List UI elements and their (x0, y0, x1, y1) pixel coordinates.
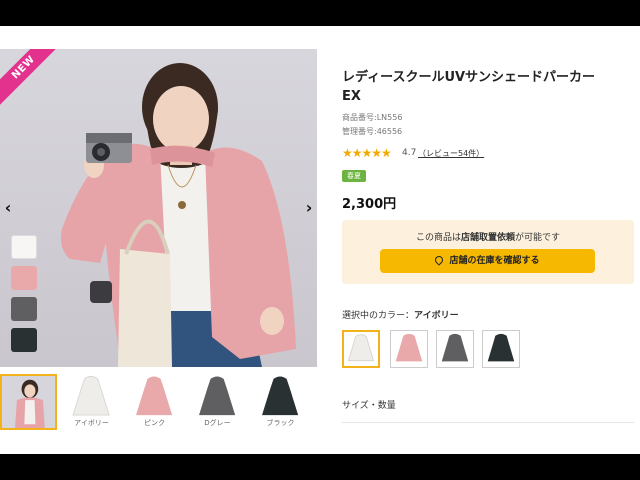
section-divider (342, 422, 634, 423)
color-option-ivory[interactable] (342, 330, 380, 368)
thumbnail-black[interactable]: ブラック (252, 374, 309, 430)
color-swatch-dgray[interactable] (11, 297, 37, 321)
thumbnail-strip: アイボリー ピンク Dグレー ブラック (0, 374, 317, 432)
map-pin-icon (433, 254, 446, 266)
hoodie-pink-icon (395, 333, 423, 362)
rating-stars-icon: ★★★★★ (342, 146, 392, 160)
size-quantity-heading[interactable]: サイズ・数量 (342, 398, 396, 411)
thumbnail-model[interactable] (0, 374, 57, 430)
next-image-arrow[interactable]: › (301, 197, 317, 219)
check-store-stock-button[interactable]: 店舗の在庫を確認する (380, 249, 595, 273)
selected-color-value: アイボリー (414, 311, 459, 321)
color-swatch-black[interactable] (11, 328, 37, 352)
thumbnail-pink[interactable]: ピンク (126, 374, 183, 430)
hoodie-pink-image (136, 376, 173, 416)
thumbnail-ivory[interactable]: アイボリー (63, 374, 120, 430)
product-main-photo (61, 63, 296, 367)
hoodie-black-image (262, 376, 299, 416)
manage-code: 管理番号:46556 (342, 127, 403, 136)
thumbnail-label: Dグレー (204, 419, 231, 427)
color-swatch-pink[interactable] (11, 266, 37, 290)
color-option-dgray[interactable] (436, 330, 474, 368)
review-link[interactable]: （レビュー54件） (418, 148, 484, 159)
check-store-stock-label: 店舗の在庫を確認する (449, 256, 540, 266)
product-title: レディースクールUVサンシェードパーカーEX (342, 70, 596, 104)
thumbnail-label: ピンク (144, 419, 165, 427)
item-code: 商品番号:LN556 (342, 113, 403, 122)
thumbnail-model-image (2, 376, 55, 428)
hoodie-ivory-icon (347, 334, 375, 362)
store-reservation-note: この商品は店舗取置依頼が可能です (415, 233, 561, 243)
color-option-black[interactable] (482, 330, 520, 368)
product-price: 2,300円 (342, 197, 397, 212)
hoodie-dgray-icon (441, 333, 469, 362)
thumbnail-dgray[interactable]: Dグレー (189, 374, 246, 430)
product-info-panel: レディースクールUVサンシェードパーカーEX 商品番号:LN556 管理番号:4… (342, 26, 634, 454)
selected-color-label: 選択中のカラー：アイボリー (342, 311, 459, 321)
hoodie-black-icon (487, 333, 515, 362)
product-page: NEW ‹ › アイボリー ピンク Dグレー ブラック レディースクールUVサン… (0, 26, 640, 454)
prev-image-arrow[interactable]: ‹ (0, 197, 16, 219)
color-option-pink[interactable] (390, 330, 428, 368)
thumbnail-label: ブラック (266, 419, 295, 427)
store-reservation-box: この商品は店舗取置依頼が可能です 店舗の在庫を確認する (342, 220, 634, 284)
hoodie-ivory-image (72, 376, 110, 416)
hoodie-dgray-image (199, 376, 236, 416)
rating-value: 4.7 (402, 148, 417, 158)
product-image-gallery: NEW ‹ › (0, 49, 317, 367)
thumbnail-label: アイボリー (74, 419, 109, 427)
color-swatch-ivory[interactable] (11, 235, 37, 259)
season-tag: 春夏 (342, 170, 366, 182)
